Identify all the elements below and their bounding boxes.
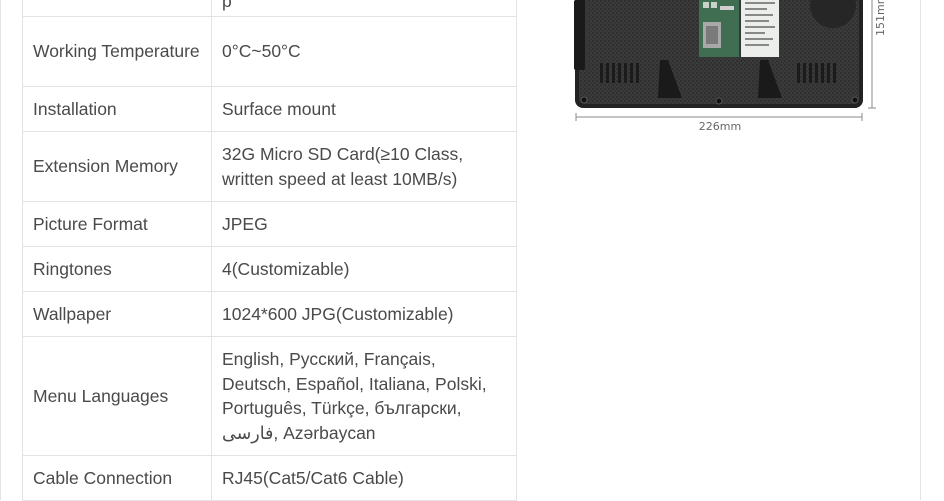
spec-label: Ringtones xyxy=(22,246,212,292)
spec-value: p xyxy=(211,0,517,17)
height-dimension-label: 151mm xyxy=(874,0,887,36)
spec-value: 0°C~50°C xyxy=(211,16,517,87)
spec-value: RJ45(Cat5/Cat6 Cable) xyxy=(211,455,517,501)
page-border-right xyxy=(920,0,921,500)
table-row: p xyxy=(22,0,517,17)
table-row: Menu Languages English, Русский, Françai… xyxy=(22,336,517,456)
spec-label: Cable Connection xyxy=(22,455,212,501)
spec-value: Surface mount xyxy=(211,86,517,132)
spec-label xyxy=(22,0,212,17)
spec-label: Wallpaper xyxy=(22,291,212,337)
side-bracket xyxy=(574,0,585,70)
table-row: Wallpaper 1024*600 JPG(Customizable) xyxy=(22,291,517,337)
spec-label: Working Temperature xyxy=(22,16,212,87)
spec-label-sticker xyxy=(741,0,779,57)
spec-label: Picture Format xyxy=(22,201,212,247)
table-row: Cable Connection RJ45(Cat5/Cat6 Cable) xyxy=(22,455,517,501)
table-row: Ringtones 4(Customizable) xyxy=(22,246,517,292)
spec-value: 4(Customizable) xyxy=(211,246,517,292)
device-back-figure: 226mm 151mm xyxy=(574,0,887,133)
table-row: Extension Memory 32G Micro SD Card(≥10 C… xyxy=(22,131,517,202)
spec-table: p Working Temperature 0°C~50°C Installat… xyxy=(22,0,517,501)
spec-value: JPEG xyxy=(211,201,517,247)
table-row: Working Temperature 0°C~50°C xyxy=(22,16,517,87)
spec-label: Installation xyxy=(22,86,212,132)
circuit-board xyxy=(699,0,739,57)
spec-label: Menu Languages xyxy=(22,336,212,456)
spec-value: 1024*600 JPG(Customizable) xyxy=(211,291,517,337)
page-border-left xyxy=(0,0,1,500)
spec-label: Extension Memory xyxy=(22,131,212,202)
width-dimension-label: 226mm xyxy=(699,120,741,133)
table-row: Installation Surface mount xyxy=(22,86,517,132)
spec-value: English, Русский, Français, Deutsch, Esp… xyxy=(211,336,517,456)
spec-value: 32G Micro SD Card(≥10 Class, written spe… xyxy=(211,131,517,202)
table-row: Picture Format JPEG xyxy=(22,201,517,247)
